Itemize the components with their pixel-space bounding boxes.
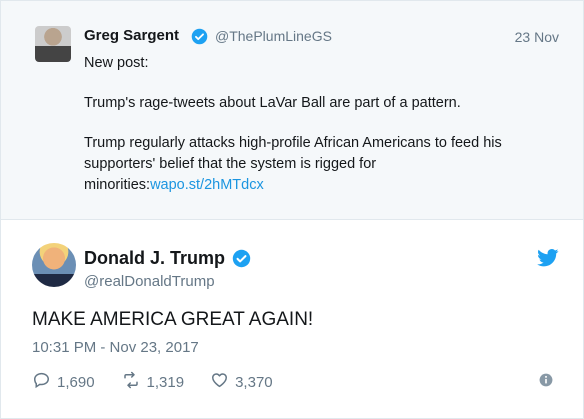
reply-button[interactable]: 1,690 [32, 371, 95, 393]
retweet-icon [121, 371, 147, 393]
tweet-actions: 1,690 1,319 3,370 [32, 371, 299, 393]
quoted-link[interactable]: wapo.st/2hMTdcx [150, 177, 264, 193]
reply-icon [32, 371, 57, 393]
quoted-avatar[interactable] [35, 26, 71, 62]
reply-count: 1,690 [57, 373, 95, 391]
tweet-text: MAKE AMERICA GREAT AGAIN! [32, 309, 314, 330]
quoted-author-name[interactable]: Greg Sargent [84, 27, 179, 44]
quoted-line-3a: Trump regularly attacks high-profile Afr… [84, 135, 502, 151]
like-icon [210, 371, 235, 393]
verified-icon [232, 249, 251, 273]
verified-icon [191, 28, 208, 50]
quoted-tweet[interactable]: Greg Sargent @ThePlumLineGS 23 Nov New p… [1, 1, 583, 220]
twitter-bird-icon[interactable] [537, 249, 559, 272]
quoted-line-2: Trump's rage-tweets about LaVar Ball are… [84, 95, 461, 111]
retweet-button[interactable]: 1,319 [121, 371, 185, 393]
info-icon[interactable] [539, 373, 553, 392]
quoted-author-handle[interactable]: @ThePlumLineGS [215, 28, 332, 44]
retweet-count: 1,319 [146, 373, 185, 391]
quoted-line-1: New post: [84, 55, 149, 71]
like-button[interactable]: 3,370 [210, 371, 273, 393]
tweet-timestamp[interactable]: 10:31 PM - Nov 23, 2017 [32, 339, 199, 356]
quoted-line-3: Trump regularly attacks high-profile Afr… [84, 133, 564, 196]
quoted-date[interactable]: 23 Nov [515, 29, 559, 45]
author-name[interactable]: Donald J. Trump [84, 248, 225, 269]
author-avatar[interactable] [32, 243, 76, 287]
quoted-body: New post: Trump's rage-tweets about LaVa… [84, 53, 564, 196]
quoted-line-3b: supporters' belief that the system is ri… [84, 156, 377, 172]
author-handle[interactable]: @realDonaldTrump [84, 273, 215, 290]
quoted-line-3c: minorities: [84, 177, 151, 193]
like-count: 3,370 [235, 373, 273, 391]
tweet-card: Greg Sargent @ThePlumLineGS 23 Nov New p… [0, 0, 584, 419]
